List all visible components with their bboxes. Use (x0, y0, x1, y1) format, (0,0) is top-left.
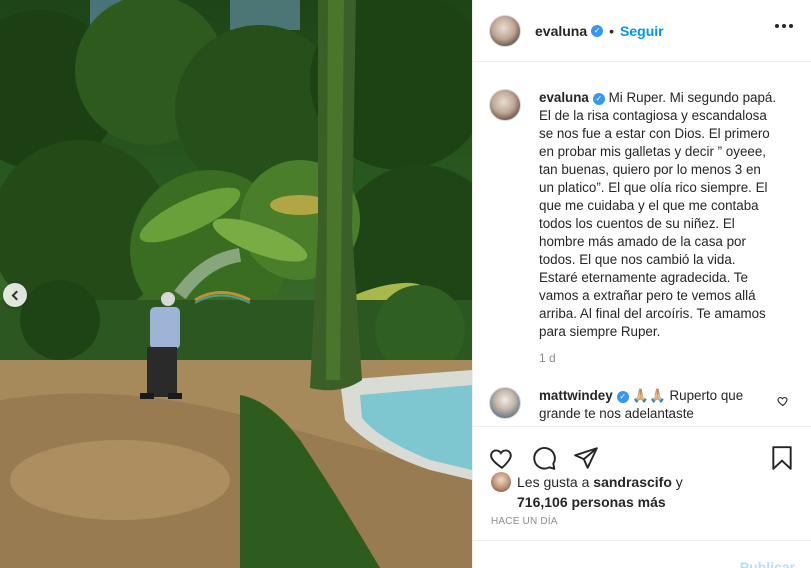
caption-body: evaluna ✓ Mi Ruper. Mi segundo papá. El d… (539, 89, 777, 341)
comment-like-heart-icon[interactable] (777, 395, 789, 407)
commenter-username[interactable]: mattwindey (539, 388, 613, 403)
heart-icon[interactable] (489, 445, 515, 471)
action-bar (473, 426, 811, 476)
verified-badge-icon: ✓ (591, 24, 604, 37)
verified-badge-icon: ✓ (592, 93, 605, 105)
post-timestamp[interactable]: HACE UN DÍA (491, 516, 558, 527)
caption-author-avatar[interactable] (489, 89, 521, 121)
more-options-icon[interactable] (775, 24, 793, 28)
bookmark-icon[interactable] (769, 445, 795, 471)
caption-text: Mi Ruper. Mi segundo papá. El de la risa… (539, 90, 777, 339)
verified-badge-icon: ✓ (616, 391, 629, 403)
commenter-avatar[interactable] (489, 387, 521, 419)
follow-button[interactable]: Seguir (620, 23, 664, 39)
comments-section[interactable]: evaluna ✓ Mi Ruper. Mi segundo papá. El d… (473, 62, 811, 426)
chevron-left-icon (11, 290, 22, 300)
comment-icon[interactable] (531, 445, 557, 471)
comment-input[interactable] (489, 559, 740, 568)
author-username[interactable]: evaluna (535, 23, 587, 39)
comment-body: mattwindey ✓ 🙏🏼🙏🏼 Ruperto que grande te n… (539, 387, 777, 426)
previous-photo-button[interactable] (3, 283, 27, 307)
header-separator: • (609, 22, 615, 39)
post-header: evaluna ✓ • Seguir (473, 0, 811, 62)
likes-connector: y (675, 474, 683, 490)
share-icon[interactable] (573, 445, 599, 471)
comment-item: mattwindey ✓ 🙏🏼🙏🏼 Ruperto que grande te n… (489, 387, 795, 426)
add-comment-bar: Publicar (473, 540, 811, 568)
likes-count[interactable]: 716,106 personas más (517, 494, 666, 510)
caption-username[interactable]: evaluna (539, 90, 589, 105)
likes-summary: Les gusta a sandrascifo y 716,106 person… (491, 472, 795, 512)
garden-illustration (0, 0, 472, 568)
post-photo[interactable] (0, 0, 472, 568)
author-avatar[interactable] (489, 14, 521, 47)
liker-username[interactable]: sandrascifo (593, 474, 672, 490)
post-side-panel: evaluna ✓ • Seguir evaluna ✓ Mi Ruper. Mi… (472, 0, 811, 568)
likes-prefix: Les gusta a (517, 474, 590, 490)
publish-button[interactable]: Publicar (740, 559, 795, 568)
caption-age: 1 d (539, 351, 556, 365)
caption-comment: evaluna ✓ Mi Ruper. Mi segundo papá. El d… (489, 89, 795, 365)
liker-avatar[interactable] (491, 472, 511, 492)
